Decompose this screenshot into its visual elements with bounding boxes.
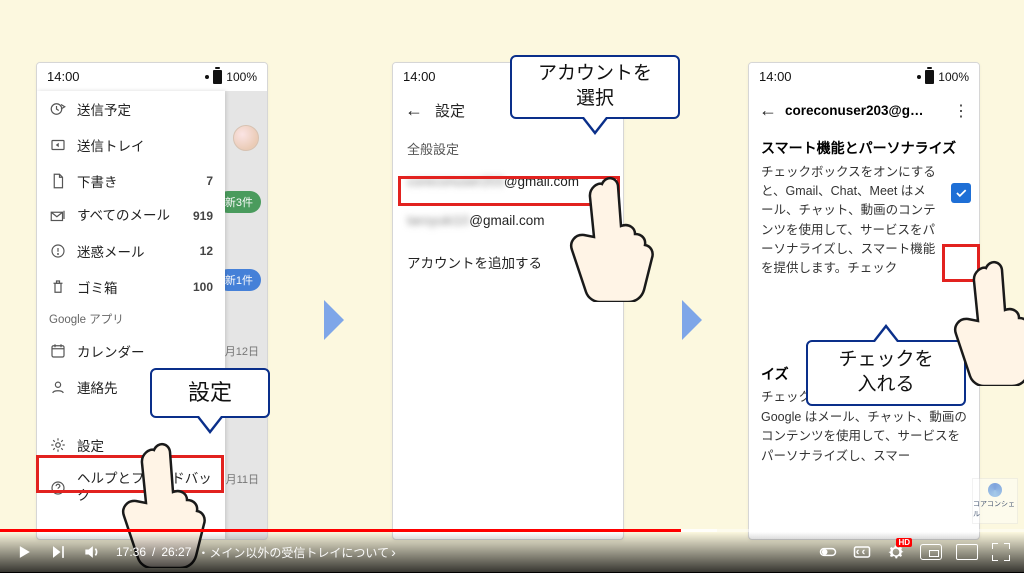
drawer-item-label: ゴミ箱 [77, 277, 183, 297]
battery-icon [925, 70, 934, 84]
drawer-item-allmail[interactable]: すべてのメール 919 [37, 199, 225, 233]
chapter-button[interactable]: ・メイン以外の受信トレイについて› [197, 544, 395, 561]
drawer-item-label: 迷惑メール [77, 241, 190, 261]
arrow-icon [320, 298, 348, 342]
drawer-item-trash[interactable]: ゴミ箱 100 [37, 269, 225, 305]
drawer-item-drafts[interactable]: 下書き 7 [37, 163, 225, 199]
status-right: 100% [205, 70, 257, 84]
setting-description: チェックボックスをオンにすると、Gmail、Chat、Meet はメール、チャッ… [749, 161, 979, 287]
channel-watermark[interactable]: コアコンシェル [972, 478, 1018, 524]
drawer-item-scheduled[interactable]: 送信予定 [37, 91, 225, 127]
drawer-section-label: Google アプリ [37, 305, 225, 333]
account-item-1[interactable]: coreconuser203@gmail.com [393, 162, 623, 201]
contacts-icon [49, 378, 67, 396]
back-button[interactable]: ← [405, 100, 423, 121]
spam-icon [49, 242, 67, 260]
drawer-item-count: 12 [200, 244, 213, 258]
volume-button[interactable] [82, 542, 102, 562]
calendar-icon [49, 342, 67, 360]
general-settings-link[interactable]: 全般設定 [393, 131, 623, 162]
mock-phone-3: 14:00 100% ← coreconuser203@g… ⋮ スマート機能と… [748, 62, 980, 540]
status-time: 14:00 [403, 69, 436, 84]
hd-badge: HD [896, 538, 912, 547]
status-bar: 14:00 100% [37, 63, 267, 90]
drawer-item-label: 設定 [77, 435, 213, 455]
drawer-item-label: 送信トレイ [77, 135, 213, 155]
overflow-menu-button[interactable]: ⋮ [953, 101, 969, 121]
gear-icon [49, 436, 67, 454]
drawer-item-count: 100 [193, 280, 213, 294]
drawer-item-label: 送信予定 [77, 99, 213, 119]
app-bar: ← coreconuser203@g… ⋮ [749, 90, 979, 131]
help-icon [49, 479, 67, 497]
status-time: 14:00 [47, 69, 80, 84]
drawer-item-count: 919 [193, 209, 213, 223]
arrow-icon [678, 298, 706, 342]
drawer-item-label: カレンダー [77, 341, 213, 361]
bg-date: 4月11日 [219, 471, 259, 487]
settings-button[interactable]: HD [886, 542, 906, 562]
drawer-item-calendar[interactable]: カレンダー [37, 333, 225, 369]
status-battery: 100% [938, 70, 969, 84]
add-account-link[interactable]: アカウントを追加する [393, 240, 623, 284]
setting-title: スマート機能とパーソナライズ [749, 131, 979, 161]
draft-icon [49, 172, 67, 190]
callout-check: チェックを 入れる [806, 340, 966, 406]
callout-select-account: アカウントを 選択 [510, 55, 680, 119]
trash-icon [49, 278, 67, 296]
play-button[interactable] [14, 542, 34, 562]
callout-settings: 設定 [150, 368, 270, 418]
battery-icon [213, 70, 222, 84]
player-controls: 17:36 / 26:27 ・メイン以外の受信トレイについて› HD [0, 532, 1024, 572]
status-battery: 100% [226, 70, 257, 84]
avatar [233, 125, 259, 151]
status-right: 100% [917, 70, 969, 84]
page-title: 設定 [435, 100, 465, 121]
back-button[interactable]: ← [759, 100, 777, 121]
fullscreen-button[interactable] [992, 543, 1010, 561]
drawer-item-label: ヘルプとフィードバック [77, 471, 213, 505]
drawer-item-help[interactable]: ヘルプとフィードバック [37, 463, 225, 513]
smart-features-checkbox[interactable] [951, 183, 971, 203]
time-display: 17:36 / 26:27 ・メイン以外の受信トレイについて› [116, 544, 396, 561]
all-mail-icon [49, 207, 67, 225]
theater-button[interactable] [956, 544, 978, 560]
clock-send-icon [49, 100, 67, 118]
nav-drawer: 送信予定 送信トレイ 下書き 7 すべてのメール 919 迷惑メール 12 [37, 91, 225, 539]
watermark-logo-icon [988, 483, 1002, 497]
next-button[interactable] [48, 542, 68, 562]
drawer-item-label: 下書き [77, 171, 196, 191]
drawer-item-spam[interactable]: 迷惑メール 12 [37, 233, 225, 269]
mock-phone-1: 14:00 100% 新3件 新1件 4月12日 4月11日 送信予定 送信トレ… [36, 62, 268, 540]
autoplay-toggle[interactable] [818, 542, 838, 562]
drawer-item-label: すべてのメール [77, 208, 183, 225]
status-time: 14:00 [759, 69, 792, 84]
miniplayer-button[interactable] [920, 544, 942, 560]
chevron-right-icon: › [391, 544, 396, 560]
account-item-2[interactable]: taroyuki10@gmail.com [393, 201, 623, 240]
captions-button[interactable] [852, 542, 872, 562]
status-bar: 14:00 100% [749, 63, 979, 90]
drawer-item-count: 7 [206, 174, 213, 188]
drawer-item-outbox[interactable]: 送信トレイ [37, 127, 225, 163]
video-frame: 14:00 100% 新3件 新1件 4月12日 4月11日 送信予定 送信トレ… [0, 0, 1024, 572]
send-icon [49, 136, 67, 154]
page-title: coreconuser203@g… [785, 103, 945, 118]
